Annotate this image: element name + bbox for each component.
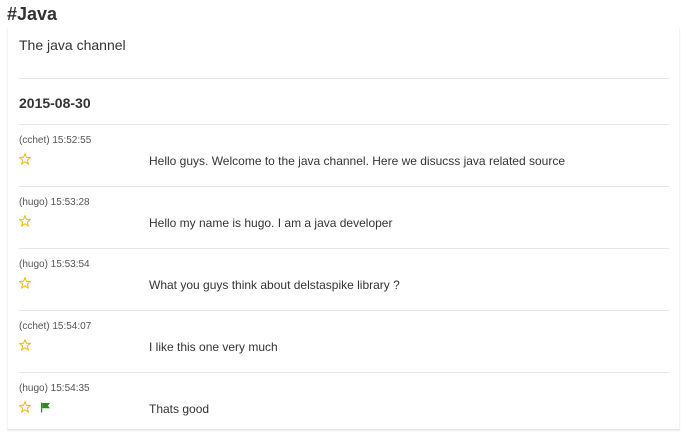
message-icons [19, 152, 39, 166]
log-date-heading: 2015-08-30 [19, 95, 91, 111]
star-icon[interactable] [19, 277, 31, 289]
star-icon[interactable] [19, 401, 31, 413]
message-text: What you guys think about delstaspike li… [149, 278, 400, 292]
message-author-time: (hugo) 15:54:35 [19, 383, 90, 394]
message-row: (cchet) 15:54:07 I like this one very mu… [19, 310, 669, 373]
message-text: I like this one very much [149, 340, 278, 354]
channel-description: The java channel [19, 37, 126, 53]
message-icons [19, 276, 39, 290]
star-icon[interactable] [19, 153, 31, 165]
star-icon[interactable] [19, 339, 31, 351]
message-row: (hugo) 15:53:54 What you guys think abou… [19, 248, 669, 311]
message-row: (cchet) 15:52:55 Hello guys. Welcome to … [19, 124, 669, 187]
message-text: Thats good [149, 402, 210, 416]
message-text: Hello guys. Welcome to the java channel.… [149, 154, 565, 168]
message-icons [19, 214, 39, 228]
message-author-time: (hugo) 15:53:28 [19, 197, 90, 208]
flag-icon[interactable] [40, 402, 51, 413]
message-author-time: (cchet) 15:54:07 [19, 321, 92, 332]
message-row: (hugo) 15:54:35 Thats good [19, 372, 669, 435]
message-icons [19, 400, 51, 414]
message-author-time: (cchet) 15:52:55 [19, 135, 92, 146]
divider [19, 78, 669, 79]
message-icons [19, 338, 39, 352]
channel-title: #Java [7, 4, 58, 24]
message-author-time: (hugo) 15:53:54 [19, 259, 90, 270]
star-icon[interactable] [19, 215, 31, 227]
message-text: Hello my name is hugo. I am a java devel… [149, 216, 393, 230]
message-row: (hugo) 15:53:28 Hello my name is hugo. I… [19, 186, 669, 249]
channel-panel: The java channel 2015-08-30 (cchet) 15:5… [7, 28, 680, 430]
